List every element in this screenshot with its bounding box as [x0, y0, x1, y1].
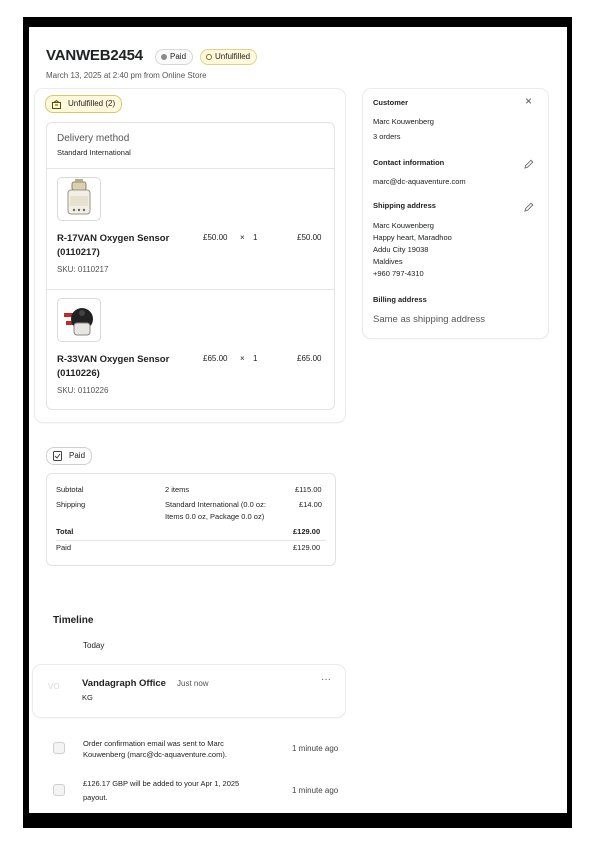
- delivery-method-value: Standard International: [57, 148, 131, 157]
- event-marker-icon: [53, 784, 65, 796]
- product-thumbnail[interactable]: [57, 298, 101, 342]
- event-marker-icon: [53, 742, 65, 754]
- customer-heading: Customer: [373, 98, 409, 107]
- payment-summary-box: Subtotal 2 items £115.00 Shipping Standa…: [46, 473, 336, 566]
- unfulfilled-count-badge: Unfulfilled (2): [45, 95, 123, 113]
- divider: [56, 540, 326, 541]
- event-text-line: Kouwenberg (marc@dc-aquaventure.com).: [83, 750, 227, 759]
- customer-name[interactable]: Marc Kouwenberg: [373, 117, 434, 126]
- timeline-event[interactable]: Order confirmation email was sent to Mar…: [83, 738, 227, 760]
- address-line: Happy heart, Maradhoo: [373, 233, 452, 242]
- delivery-method-label: Delivery method: [57, 133, 130, 144]
- payment-status-label: Paid: [170, 52, 187, 61]
- shipping-desc-line1: Standard International (0.0 oz:: [165, 500, 266, 509]
- product-unit-price: £50.00: [203, 233, 228, 242]
- comment-time: Just now: [177, 679, 209, 688]
- customer-orders[interactable]: 3 orders: [373, 132, 401, 141]
- shipping-amount: £14.00: [299, 500, 322, 509]
- customer-card: Customer × Marc Kouwenberg 3 orders Cont…: [363, 89, 548, 338]
- order-number: VANWEB2454: [46, 47, 143, 64]
- multiply-sign: ×: [240, 233, 245, 242]
- product-quantity: 1: [253, 233, 258, 242]
- unfulfilled-ring-icon: [206, 54, 212, 60]
- oxygen-sensor-white-icon: [67, 179, 91, 215]
- shipping-address-heading: Shipping address: [373, 201, 436, 210]
- event-text-line: Order confirmation email was sent to Mar…: [83, 739, 224, 748]
- paid-dot-icon: [161, 54, 167, 60]
- divider: [47, 168, 334, 169]
- subtotal-desc: 2 items: [165, 485, 190, 494]
- timeline-event[interactable]: £126.17 GBP will be added to your Apr 1,…: [83, 777, 239, 805]
- paid-label: Paid: [56, 543, 72, 552]
- product-thumbnail[interactable]: [57, 177, 101, 221]
- product-sku: SKU: 0110217: [57, 265, 109, 274]
- divider: [47, 289, 334, 290]
- receipt-check-icon: [53, 451, 62, 467]
- order-page: VANWEB2454 Paid Unfulfilled March 13, 20…: [29, 27, 567, 813]
- product-quantity: 1: [253, 354, 258, 363]
- oxygen-sensor-black-icon: [64, 308, 93, 336]
- event-text-line: £126.17 GBP will be added to your Apr 1,…: [83, 779, 240, 788]
- edit-shipping-pencil-icon[interactable]: [524, 199, 534, 217]
- total-label: Total: [56, 527, 74, 536]
- edit-contact-pencil-icon[interactable]: [524, 156, 534, 174]
- comment-text: KG: [82, 693, 93, 702]
- close-icon[interactable]: ×: [525, 94, 532, 108]
- product-name[interactable]: R-33VAN Oxygen Sensor (0110226): [57, 353, 187, 381]
- contact-email[interactable]: marc@dc-aquaventure.com: [373, 177, 466, 186]
- timeline-heading: Timeline: [53, 615, 94, 626]
- billing-address-heading: Billing address: [373, 295, 427, 304]
- subtotal-label: Subtotal: [56, 485, 84, 494]
- order-date-line: March 13, 2025 at 2:40 pm from Online St…: [46, 71, 207, 80]
- paid-badge: Paid: [46, 447, 93, 467]
- product-name[interactable]: R-17VAN Oxygen Sensor (0110217): [57, 232, 187, 260]
- multiply-sign: ×: [240, 354, 245, 363]
- fulfillment-card: Unfulfilled (2) Delivery method Standard…: [35, 89, 345, 422]
- product-sku: SKU: 0110226: [57, 386, 109, 395]
- subtotal-amount: £115.00: [295, 485, 322, 494]
- contact-heading: Contact information: [373, 158, 445, 167]
- billing-address-value: Same as shipping address: [373, 314, 485, 325]
- fulfillment-status-badge: Unfulfilled: [200, 49, 258, 65]
- unfulfilled-count-label: Unfulfilled (2): [68, 99, 116, 108]
- package-icon: [52, 99, 61, 109]
- product-unit-price: £65.00: [203, 354, 228, 363]
- comment-author: Vandagraph Office: [82, 678, 166, 689]
- shipping-desc-line2: Items 0.0 oz, Package 0.0 oz): [165, 512, 265, 521]
- paid-amount: £129.00: [293, 543, 321, 552]
- author-avatar: VO: [48, 682, 60, 691]
- shipping-address: Marc Kouwenberg Happy heart, Maradhoo Ad…: [373, 220, 452, 280]
- address-line: Maldives: [373, 257, 403, 266]
- shipping-label: Shipping: [56, 500, 86, 509]
- event-text-line: payout.: [83, 793, 108, 802]
- timeline-day-label: Today: [83, 641, 105, 650]
- address-line: Marc Kouwenberg: [373, 221, 434, 230]
- total-amount: £129.00: [293, 527, 321, 536]
- address-line: +960 797-4310: [373, 269, 424, 278]
- fulfillment-status-label: Unfulfilled: [215, 52, 251, 61]
- event-time: 1 minute ago: [292, 744, 339, 753]
- more-actions-icon[interactable]: ···: [321, 674, 331, 685]
- timeline-comment-card: VO Vandagraph Office Just now KG ···: [33, 665, 345, 717]
- address-line: Addu City 19038: [373, 245, 429, 254]
- product-line-total: £50.00: [297, 233, 322, 242]
- paid-badge-label: Paid: [69, 451, 86, 460]
- payment-status-badge: Paid: [155, 49, 194, 65]
- product-line-total: £65.00: [297, 354, 322, 363]
- fulfillment-items-box: Delivery method Standard International R…: [46, 122, 335, 410]
- event-time: 1 minute ago: [292, 786, 339, 795]
